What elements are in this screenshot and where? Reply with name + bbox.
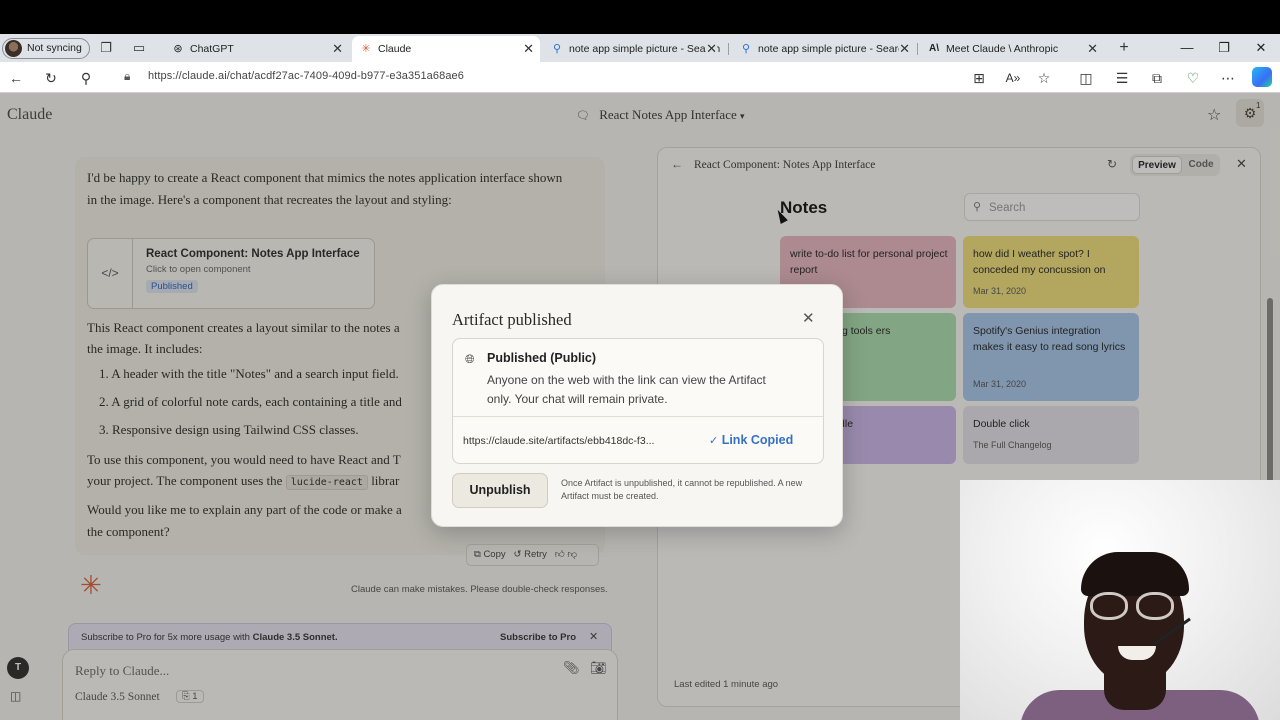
- publish-status-heading: Published (Public): [487, 351, 597, 365]
- top-black-bar: [0, 0, 1280, 34]
- tab-anthropic[interactable]: A\ Meet Claude \ Anthropic ✕: [920, 36, 1104, 62]
- anthropic-icon: A\: [929, 43, 939, 54]
- close-tab-icon[interactable]: ✕: [332, 36, 343, 62]
- search-icon[interactable]: ⚲: [76, 68, 96, 88]
- tab-separator: [728, 43, 729, 55]
- close-tab-icon[interactable]: ✕: [1087, 36, 1098, 62]
- apps-icon[interactable]: ⊞: [969, 68, 989, 88]
- tab-title: ChatGPT: [190, 43, 234, 55]
- refresh-icon[interactable]: ↻: [41, 68, 61, 88]
- tab-actions-icon[interactable]: ▭: [131, 40, 147, 56]
- webcam-overlay: [960, 480, 1280, 720]
- tab-chatgpt[interactable]: ⊛ ChatGPT ✕: [164, 36, 349, 62]
- copy-link-button[interactable]: ✓ Link Copied: [709, 433, 793, 447]
- tab-claude[interactable]: ✳ Claude ✕: [352, 36, 540, 62]
- close-tab-icon[interactable]: ✕: [523, 36, 534, 62]
- collections-icon[interactable]: ⧉: [1147, 68, 1167, 88]
- chatgpt-icon: ⊛: [173, 43, 183, 55]
- close-tab-icon[interactable]: ✕: [706, 36, 717, 62]
- split-screen-icon[interactable]: ◫: [1076, 68, 1096, 88]
- check-circle-icon: ✓: [709, 435, 719, 447]
- profile-button[interactable]: Not syncing: [2, 38, 90, 59]
- new-tab-icon[interactable]: +: [1116, 40, 1132, 56]
- more-icon[interactable]: ⋯: [1218, 68, 1238, 88]
- tab-title: note app simple picture - Search: [569, 43, 721, 55]
- lock-icon[interactable]: 🔒︎: [124, 69, 130, 84]
- globe-icon: 🌐︎: [465, 352, 475, 366]
- webcam-person-headphones: [1081, 552, 1189, 596]
- search-icon: ⚲: [741, 43, 751, 55]
- tab-title: note app simple picture - Search: [758, 43, 910, 55]
- claude-icon: ✳: [361, 43, 371, 55]
- browser-tab-bar: Not syncing ❐ ▭ ⊛ ChatGPT ✕ ✳ Claude ✕ ⚲…: [0, 34, 1280, 62]
- close-icon[interactable]: ✕: [802, 309, 815, 327]
- webcam-glasses-right: [1136, 592, 1174, 620]
- close-tab-icon[interactable]: ✕: [899, 36, 910, 62]
- browser-essentials-icon[interactable]: ♡: [1183, 68, 1203, 88]
- publish-status-description: Anyone on the web with the link can view…: [487, 373, 766, 406]
- read-aloud-icon[interactable]: A»: [1003, 68, 1023, 88]
- unpublish-button[interactable]: Unpublish: [452, 473, 548, 508]
- tab-title: Meet Claude \ Anthropic: [946, 43, 1059, 55]
- divider: [453, 416, 823, 417]
- minimize-icon[interactable]: —: [1168, 34, 1206, 62]
- copilot-icon[interactable]: [1252, 67, 1272, 87]
- webcam-glasses-left: [1090, 592, 1128, 620]
- workspaces-icon[interactable]: ❐: [98, 40, 114, 56]
- search-icon: ⚲: [552, 43, 562, 55]
- artifact-published-dialog: Artifact published ✕ 🌐︎ Published (Publi…: [431, 284, 843, 527]
- tab-search-1[interactable]: ⚲ note app simple picture - Search ✕: [543, 36, 723, 62]
- url-field[interactable]: https://claude.ai/chat/acdf27ac-7409-409…: [148, 70, 464, 82]
- copy-link-label: Link Copied: [721, 433, 794, 447]
- favorites-icon[interactable]: ☰: [1112, 68, 1132, 88]
- tab-search-2[interactable]: ⚲ note app simple picture - Search ✕: [732, 36, 916, 62]
- maximize-icon[interactable]: ❐: [1205, 34, 1243, 62]
- favorite-star-icon[interactable]: ☆: [1034, 68, 1054, 88]
- profile-avatar: [5, 40, 22, 57]
- unpublish-note: Once Artifact is unpublished, it cannot …: [561, 478, 803, 501]
- dialog-title: Artifact published: [452, 310, 572, 329]
- profile-label: Not syncing: [27, 42, 82, 54]
- address-bar: ← ↻ ⚲ 🔒︎ https://claude.ai/chat/acdf27ac…: [0, 62, 1280, 93]
- back-icon[interactable]: ←: [6, 68, 26, 88]
- tab-separator: [917, 43, 918, 55]
- artifact-link[interactable]: https://claude.site/artifacts/ebb418dc-f…: [463, 435, 654, 447]
- window-close-icon[interactable]: ✕: [1242, 34, 1280, 62]
- tab-title: Claude: [378, 43, 412, 55]
- publish-status-box: 🌐︎ Published (Public) Anyone on the web …: [452, 338, 824, 464]
